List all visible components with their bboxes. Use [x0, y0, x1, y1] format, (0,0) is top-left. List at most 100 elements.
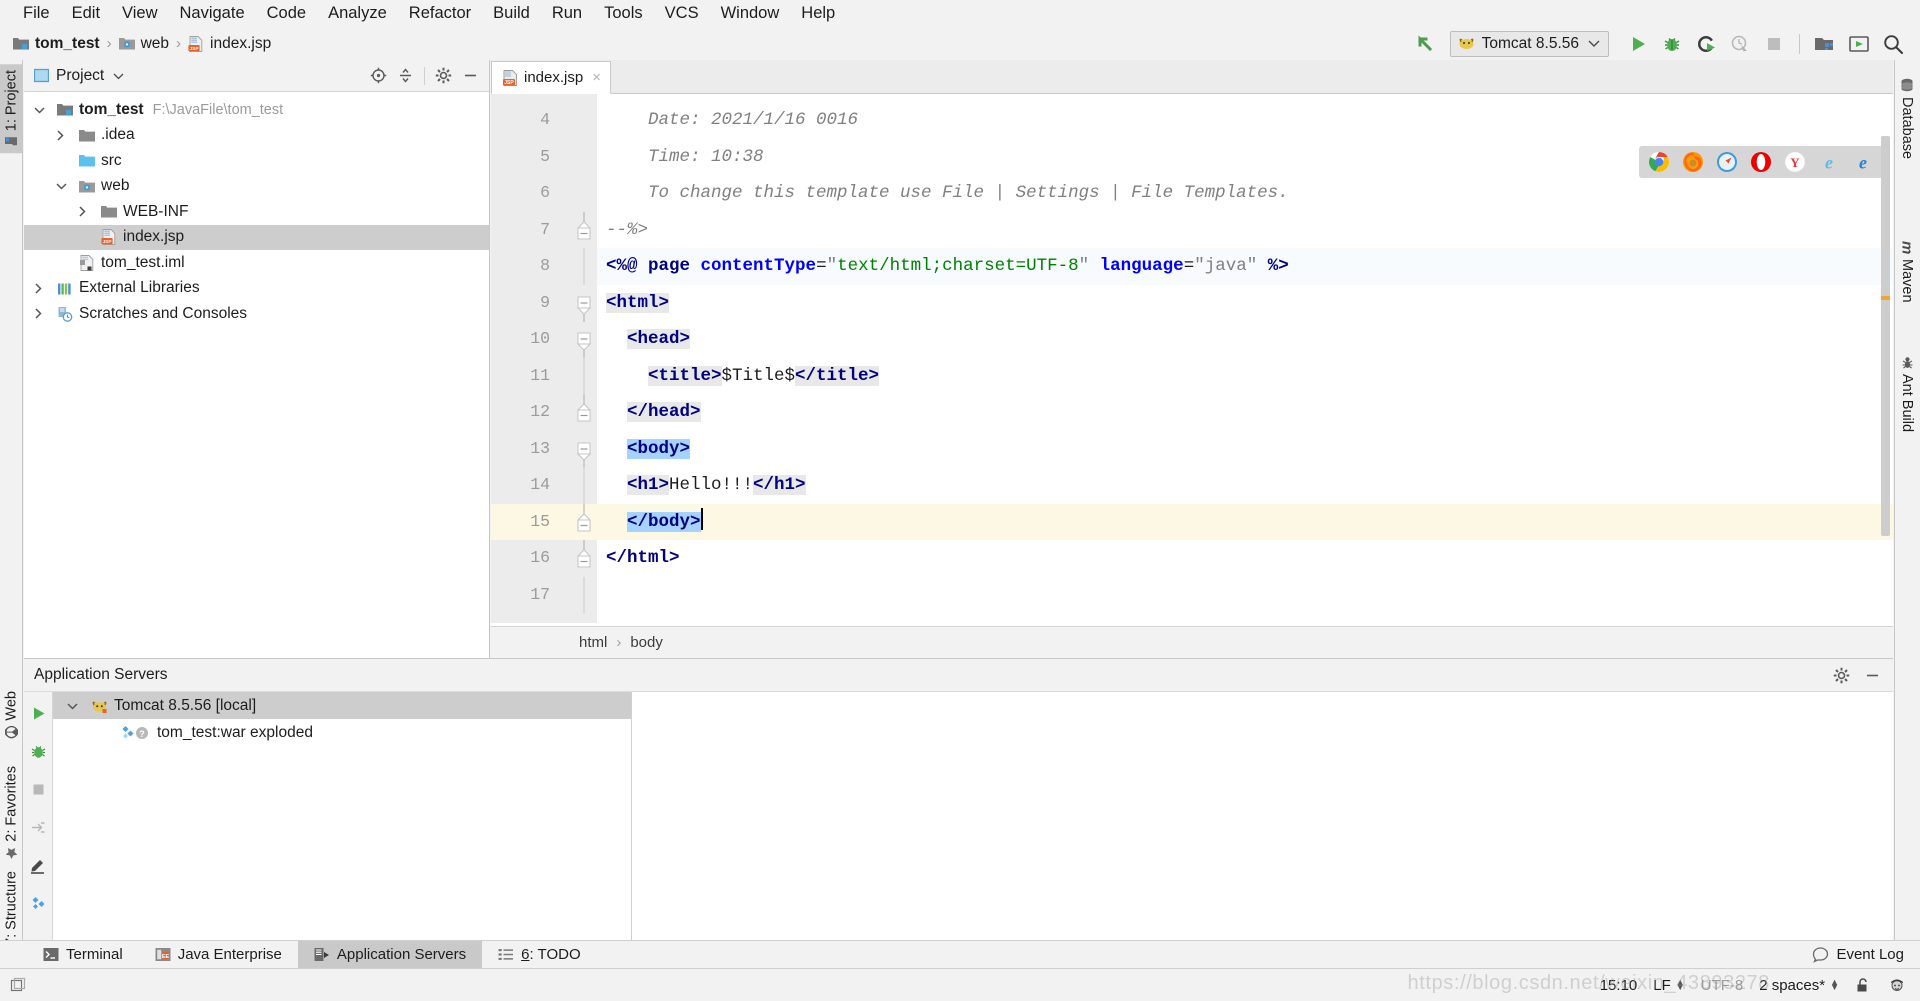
code-editor[interactable]: 4 5 6 7 8 9 10 11 12 13 14 15 16 17 Date: 2021/1/16 0… — [491, 94, 1893, 623]
fold-marker[interactable] — [569, 321, 597, 358]
chrome-browser-icon[interactable] — [1648, 151, 1670, 173]
code-line[interactable]: Date: 2021/1/16 0016 — [597, 102, 1893, 139]
code-line[interactable]: <%@ page contentType="text/html;charset=… — [597, 248, 1893, 285]
bottom-tab-java-enterprise[interactable]: EE Java Enterprise — [139, 941, 298, 969]
fold-marker[interactable] — [569, 503, 597, 540]
yandex-browser-icon[interactable]: Y — [1784, 151, 1806, 173]
layout-icon[interactable] — [10, 977, 27, 994]
select-opened-file-icon[interactable] — [366, 63, 391, 88]
internet-explorer-browser-icon[interactable]: e — [1818, 151, 1840, 173]
menu-item-analyze[interactable]: Analyze — [317, 0, 398, 27]
menu-item-tools[interactable]: Tools — [593, 0, 654, 27]
code-line[interactable]: </head> — [597, 394, 1893, 431]
run-button[interactable] — [1621, 29, 1655, 59]
chevron-down-icon[interactable] — [56, 182, 76, 190]
tree-node-web[interactable]: web — [24, 174, 489, 200]
code-line[interactable]: </html> — [597, 540, 1893, 577]
menu-item-help[interactable]: Help — [790, 0, 846, 27]
gear-icon[interactable] — [1829, 663, 1854, 688]
tree-node-external-libraries[interactable]: External Libraries — [24, 276, 489, 302]
stop-button[interactable] — [1757, 29, 1791, 59]
menu-item-build[interactable]: Build — [482, 0, 541, 27]
code-line[interactable]: --%> — [597, 212, 1893, 249]
menu-item-navigate[interactable]: Navigate — [169, 0, 256, 27]
profile-button[interactable] — [1723, 29, 1757, 59]
collapse-all-icon[interactable] — [393, 63, 418, 88]
encoding-status[interactable]: UTF-8 — [1701, 977, 1744, 994]
menu-item-window[interactable]: Window — [710, 0, 791, 27]
menu-item-edit[interactable]: Edit — [61, 0, 111, 27]
search-everywhere-button[interactable] — [1876, 29, 1910, 59]
hector-icon[interactable] — [1888, 976, 1906, 994]
chevron-right-icon[interactable] — [56, 130, 76, 141]
breadcrumb-item-tom_test[interactable]: tom_test — [13, 35, 100, 53]
breadcrumb-item-index-jsp[interactable]: JSP index.jsp — [188, 35, 271, 53]
menu-item-view[interactable]: View — [111, 0, 168, 27]
sidebar-item-favorites[interactable]: 2: Favorites — [0, 760, 23, 866]
code-line[interactable]: <title>$Title$</title> — [597, 358, 1893, 395]
rerun-icon[interactable] — [27, 702, 49, 724]
fold-marker[interactable] — [569, 394, 597, 431]
sidebar-item-project[interactable]: 1: Project — [0, 64, 23, 154]
code-line[interactable]: To change this template use File | Setti… — [597, 175, 1893, 212]
bottom-tab-application-servers[interactable]: Application Servers — [297, 940, 483, 969]
tree-node-src[interactable]: src — [24, 148, 489, 174]
chevron-right-icon[interactable] — [78, 206, 98, 217]
tree-node-tom_test[interactable]: tom_test F:\JavaFile\tom_test — [24, 97, 489, 123]
app-server-node-tom_test-war-exploded[interactable]: ? tom_test:war exploded — [53, 719, 631, 746]
code-line[interactable]: <body> — [597, 431, 1893, 468]
run-configuration-selector[interactable]: Tomcat 8.5.56 — [1449, 30, 1609, 57]
sidebar-item-ant-build[interactable]: Ant Build — [1894, 350, 1920, 438]
update-app-button[interactable] — [1842, 29, 1876, 59]
tree-node-scratches-and-consoles[interactable]: Scratches and Consoles — [24, 301, 489, 327]
chevron-down-icon[interactable] — [67, 702, 87, 710]
project-structure-button[interactable] — [1808, 29, 1842, 59]
chevron-down-icon[interactable] — [113, 72, 124, 80]
run-coverage-button[interactable] — [1689, 29, 1723, 59]
menu-item-file[interactable]: File — [12, 0, 61, 27]
chevron-down-icon[interactable] — [34, 106, 54, 114]
breadcrumb-item-web[interactable]: web — [118, 35, 169, 53]
opera-browser-icon[interactable] — [1750, 151, 1772, 173]
event-log-button[interactable]: Event Log — [1812, 946, 1920, 963]
debug-button[interactable] — [1655, 29, 1689, 59]
close-icon[interactable]: × — [592, 69, 601, 86]
sidebar-item-web[interactable]: Web — [0, 685, 23, 745]
edit-configuration-icon[interactable] — [27, 854, 49, 876]
unlocked-icon[interactable] — [1855, 977, 1872, 994]
menu-item-code[interactable]: Code — [256, 0, 317, 27]
chevron-right-icon[interactable] — [34, 308, 54, 319]
deploy-icon[interactable] — [27, 892, 49, 914]
error-stripe-mark[interactable] — [1881, 296, 1890, 300]
menu-item-run[interactable]: Run — [541, 0, 593, 27]
fold-marker[interactable] — [569, 540, 597, 577]
editor-tab-index-jsp[interactable]: JSP index.jsp × — [491, 61, 611, 94]
tree-node-tom_test-iml[interactable]: tom_test.iml — [24, 250, 489, 276]
fold-marker[interactable] — [569, 211, 597, 249]
editor-scrollbar[interactable] — [1880, 136, 1891, 626]
hide-icon[interactable] — [1860, 663, 1885, 688]
code-line[interactable]: </body> — [597, 503, 1893, 540]
fold-marker[interactable] — [569, 285, 597, 322]
scrollbar-thumb[interactable] — [1881, 136, 1890, 536]
gear-icon[interactable] — [431, 63, 456, 88]
indent-status[interactable]: 2 spaces* ▲ ▼ — [1759, 977, 1839, 994]
edge-browser-icon[interactable]: e — [1852, 151, 1874, 173]
tree-node-index-jsp[interactable]: JSP index.jsp — [24, 224, 489, 250]
stop-icon[interactable] — [27, 778, 49, 800]
line-separator-status[interactable]: LF ▲ ▼ — [1653, 977, 1684, 994]
tree-node-web-inf[interactable]: WEB-INF — [24, 199, 489, 225]
hide-toolbar-arrow-icon[interactable] — [1408, 29, 1442, 59]
editor-breadcrumb-body[interactable]: body — [630, 634, 663, 651]
hide-icon[interactable] — [458, 63, 483, 88]
code-line[interactable]: <h1>Hello!!!</h1> — [597, 467, 1893, 504]
sidebar-item-maven[interactable]: m Maven — [1894, 235, 1920, 309]
app-server-node-tomcat-8-5-56--local-[interactable]: Tomcat 8.5.56 [local] — [53, 692, 631, 719]
code-line[interactable]: <html> — [597, 285, 1893, 322]
bottom-tab-6--todo[interactable]: 6: TODO — [482, 941, 596, 969]
sidebar-item-database[interactable]: Database — [1894, 72, 1920, 165]
menu-item-vcs[interactable]: VCS — [654, 0, 710, 27]
bottom-tab-terminal[interactable]: Terminal — [27, 941, 139, 969]
fold-marker[interactable] — [569, 431, 597, 468]
chevron-right-icon[interactable] — [34, 283, 54, 294]
